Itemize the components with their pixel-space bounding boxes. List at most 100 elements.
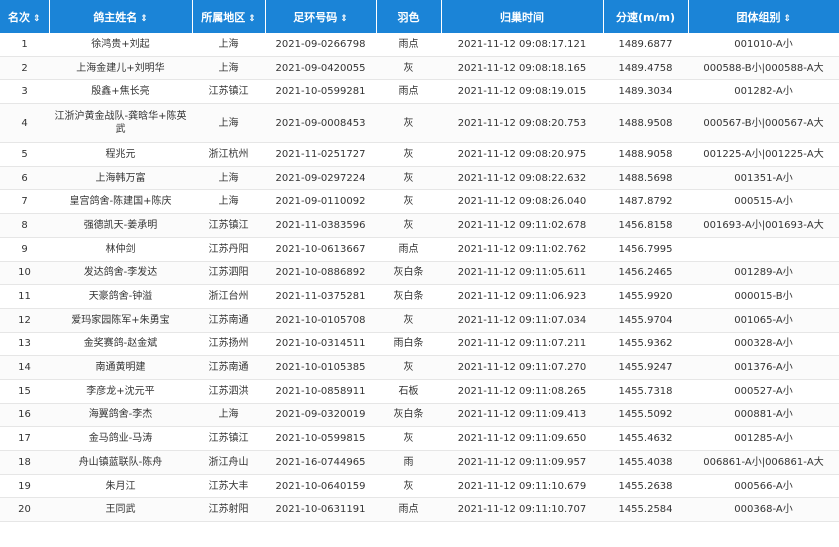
- table-row[interactable]: 6 上海韩万富 上海 2021-09-0297224 灰 2021-11-12 09:08…: [0, 166, 839, 191]
- cell-color: 灰白条: [376, 403, 441, 428]
- cell-group: 000567-B小|000567-A大: [688, 103, 839, 144]
- cell-region: 江苏镇江: [192, 79, 265, 105]
- cell-ring-number: 2021-09-0420055: [265, 56, 376, 81]
- cell-group: 000328-A小: [688, 332, 839, 357]
- table-row[interactable]: 11 天豪鸽舍-钟溢 浙江台州 2021-11-0375281 灰白条 2021-11-1…: [0, 284, 839, 309]
- col-label: 羽色: [397, 10, 420, 24]
- table-row[interactable]: 5 程兆元 浙江杭州 2021-11-0251727 灰 2021-11-12 09:08…: [0, 142, 839, 167]
- cell-owner: 海翼鸽舍-李杰: [49, 403, 192, 428]
- cell-group: 000588-B小|000588-A大: [688, 56, 839, 81]
- col-header-ring-number[interactable]: 足环号码 ⇕: [265, 0, 377, 33]
- cell-owner: 金奖赛鸽-赵金斌: [49, 332, 192, 357]
- cell-arrival-time: 2021-11-12 09:08:22.632: [441, 166, 603, 191]
- cell-region: 江苏镇江: [192, 426, 265, 451]
- cell-rank: 17: [0, 426, 49, 451]
- table-row[interactable]: 3 殷鑫+焦长亮 江苏镇江 2021-10-0599281 雨点 2021-11-12 0…: [0, 79, 839, 105]
- cell-speed: 1455.7318: [603, 379, 688, 404]
- table-row[interactable]: 20 王同武 江苏射阳 2021-10-0631191 雨点 2021-11-12 09:…: [0, 497, 839, 523]
- table-row[interactable]: 17 金马鸽业-马涛 江苏镇江 2021-10-0599815 灰 2021-11-12 …: [0, 426, 839, 451]
- col-label: 所属地区: [201, 10, 246, 24]
- sort-icon[interactable]: ⇕: [248, 14, 256, 24]
- cell-group: [688, 237, 839, 262]
- table-row[interactable]: 15 李彦龙+沈元平 江苏泗洪 2021-10-0858911 石板 2021-11-12…: [0, 379, 839, 404]
- table-row[interactable]: 18 舟山镇蓝联队-陈舟 浙江舟山 2021-16-0744965 雨 2021-11-1…: [0, 450, 839, 475]
- cell-rank: 15: [0, 379, 49, 404]
- cell-arrival-time: 2021-11-12 09:11:07.211: [441, 332, 603, 357]
- cell-owner: 金马鸽业-马涛: [49, 426, 192, 451]
- cell-speed: 1489.4758: [603, 56, 688, 81]
- cell-region: 上海: [192, 103, 265, 144]
- col-header-region[interactable]: 所属地区 ⇕: [192, 0, 266, 33]
- table-row[interactable]: 8 强德凯天-姜承明 江苏镇江 2021-11-0383596 灰 2021-11-12 …: [0, 213, 839, 238]
- sort-icon[interactable]: ⇕: [340, 14, 348, 24]
- cell-owner: 林仲剑: [49, 237, 192, 262]
- table-row[interactable]: 1 徐鸿贵+刘起 上海 2021-09-0266798 雨点 2021-11-12 09:…: [0, 33, 839, 57]
- cell-color: 灰: [376, 56, 441, 81]
- sort-icon[interactable]: ⇕: [33, 14, 41, 24]
- cell-rank: 20: [0, 497, 49, 523]
- cell-speed: 1455.9704: [603, 308, 688, 333]
- cell-color: 石板: [376, 379, 441, 404]
- table-row[interactable]: 7 皇宫鸽舍-陈建国+陈庆 上海 2021-09-0110092 灰 2021-11-12…: [0, 189, 839, 215]
- cell-speed: 1455.5092: [603, 403, 688, 428]
- col-header-group[interactable]: 团体组别 ⇕: [688, 0, 839, 33]
- cell-ring-number: 2021-11-0251727: [265, 142, 376, 167]
- cell-region: 上海: [192, 189, 265, 215]
- cell-arrival-time: 2021-11-12 09:08:20.753: [441, 103, 603, 144]
- table-row[interactable]: 13 金奖赛鸽-赵金斌 江苏扬州 2021-10-0314511 雨白条 2021-11-…: [0, 332, 839, 357]
- cell-owner: 程兆元: [49, 142, 192, 167]
- cell-rank: 11: [0, 284, 49, 309]
- cell-group: 000881-A小: [688, 403, 839, 428]
- table-row[interactable]: 14 南通黄明建 江苏南通 2021-10-0105385 灰 2021-11-12 09…: [0, 355, 839, 380]
- cell-speed: 1488.5698: [603, 166, 688, 191]
- cell-speed: 1455.9920: [603, 284, 688, 309]
- cell-ring-number: 2021-09-0008453: [265, 103, 376, 144]
- cell-rank: 4: [0, 103, 49, 144]
- cell-arrival-time: 2021-11-12 09:11:07.270: [441, 355, 603, 380]
- cell-color: 雨点: [376, 33, 441, 57]
- table-row[interactable]: 16 海翼鸽舍-李杰 上海 2021-09-0320019 灰白条 2021-11-12 …: [0, 403, 839, 428]
- col-label: 分速(m/m): [616, 10, 675, 24]
- col-header-speed: 分速(m/m): [603, 0, 689, 33]
- table-row[interactable]: 19 朱月江 江苏大丰 2021-10-0640159 灰 2021-11-12 09:1…: [0, 474, 839, 499]
- cell-color: 灰白条: [376, 261, 441, 286]
- table-row[interactable]: 9 林仲剑 江苏丹阳 2021-10-0613667 雨点 2021-11-12 09:1…: [0, 237, 839, 262]
- cell-group: 000515-A小: [688, 189, 839, 215]
- table-row[interactable]: 10 发达鸽舍-李发达 江苏泗阳 2021-10-0886892 灰白条 2021-11-…: [0, 261, 839, 286]
- cell-group: 001376-A小: [688, 355, 839, 380]
- cell-arrival-time: 2021-11-12 09:11:05.611: [441, 261, 603, 286]
- cell-owner: 上海金建儿+刘明华: [49, 56, 192, 81]
- cell-rank: 12: [0, 308, 49, 333]
- cell-color: 灰白条: [376, 284, 441, 309]
- sort-icon[interactable]: ⇕: [140, 14, 148, 24]
- cell-color: 灰: [376, 474, 441, 499]
- cell-color: 雨白条: [376, 332, 441, 357]
- cell-group: 001693-A小|001693-A大: [688, 213, 839, 238]
- cell-region: 江苏南通: [192, 355, 265, 380]
- cell-rank: 9: [0, 237, 49, 262]
- cell-owner: 李彦龙+沈元平: [49, 379, 192, 404]
- cell-group: 001351-A小: [688, 166, 839, 191]
- col-header-rank[interactable]: 名次 ⇕: [0, 0, 50, 33]
- cell-group: 001285-A小: [688, 426, 839, 451]
- table-row[interactable]: 4 江浙沪黄金战队-龚晗华+陈英武 上海 2021-09-0008453 灰 2021-1…: [0, 103, 839, 144]
- cell-rank: 1: [0, 33, 49, 57]
- cell-region: 江苏南通: [192, 308, 265, 333]
- results-table: 名次 ⇕ 鸽主姓名 ⇕ 所属地区 ⇕ 足环号码 ⇕ 羽色 归巢时间 分速(m/m) 团体…: [0, 0, 839, 523]
- cell-region: 江苏镇江: [192, 213, 265, 238]
- cell-rank: 3: [0, 79, 49, 105]
- cell-region: 江苏射阳: [192, 497, 265, 523]
- sort-icon[interactable]: ⇕: [783, 14, 791, 24]
- table-row[interactable]: 12 爱玛家园陈军+朱勇宝 江苏南通 2021-10-0105708 灰 2021-11-…: [0, 308, 839, 333]
- cell-speed: 1456.7995: [603, 237, 688, 262]
- table-row[interactable]: 2 上海金建儿+刘明华 上海 2021-09-0420055 灰 2021-11-12 0…: [0, 56, 839, 81]
- col-header-owner[interactable]: 鸽主姓名 ⇕: [49, 0, 193, 33]
- cell-group: 000368-A小: [688, 497, 839, 523]
- cell-region: 江苏大丰: [192, 474, 265, 499]
- cell-owner: 上海韩万富: [49, 166, 192, 191]
- cell-group: 006861-A小|006861-A大: [688, 450, 839, 475]
- cell-rank: 7: [0, 189, 49, 215]
- cell-owner: 天豪鸽舍-钟溢: [49, 284, 192, 309]
- cell-region: 浙江舟山: [192, 450, 265, 475]
- cell-ring-number: 2021-10-0599815: [265, 426, 376, 451]
